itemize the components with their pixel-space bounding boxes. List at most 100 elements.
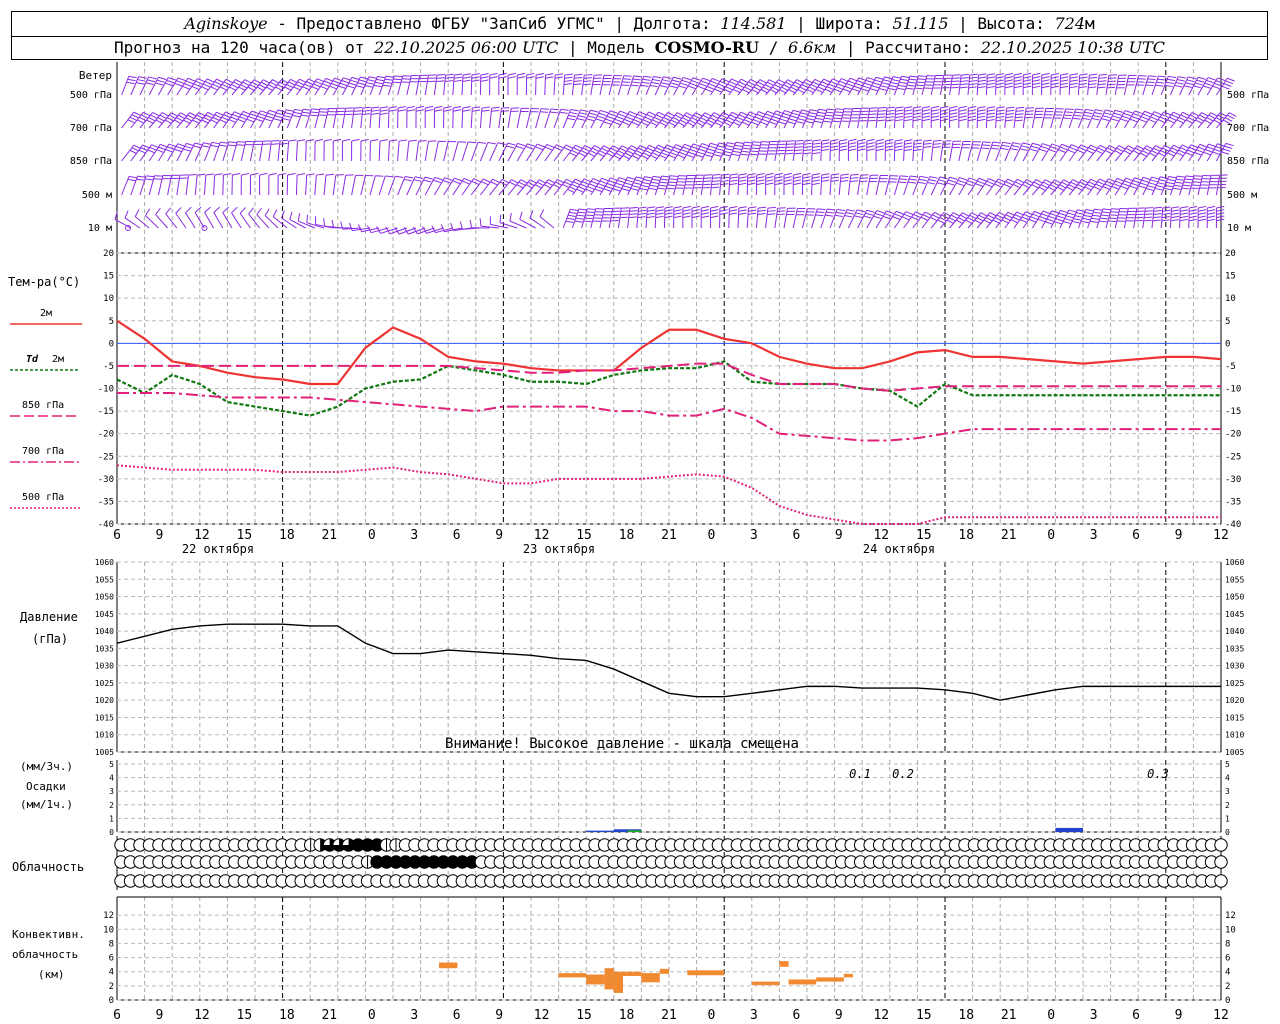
wind-barb-feather bbox=[668, 181, 677, 184]
wind-barb-feather bbox=[797, 118, 806, 121]
wind-barb-feather bbox=[816, 114, 825, 118]
wind-barb-feather bbox=[1023, 85, 1032, 89]
wind-barb-feather bbox=[279, 139, 288, 142]
wind-barb-feather bbox=[815, 214, 824, 217]
wind-barb-feather bbox=[750, 147, 760, 150]
pressure-tick-right: 1020 bbox=[1225, 696, 1244, 705]
wind-barb-feather bbox=[1216, 209, 1225, 212]
wind-barb-feather bbox=[977, 106, 986, 109]
wind-barb-feather bbox=[901, 216, 910, 221]
wind-barb-feather bbox=[1207, 212, 1216, 215]
wind-barb-feather bbox=[781, 115, 790, 120]
hour-tick-label-bottom: 12 bbox=[534, 1008, 550, 1023]
wind-barb-shaft bbox=[369, 175, 376, 196]
wind-barb-feather bbox=[462, 106, 471, 109]
wind-barb-feather bbox=[1150, 179, 1159, 183]
wind-barb-feather bbox=[866, 148, 875, 152]
wind-barb-feather bbox=[958, 115, 967, 119]
wind-barb-feather bbox=[1143, 219, 1152, 222]
wind-barb-feather bbox=[1152, 216, 1162, 219]
wind-barb-feather bbox=[415, 109, 424, 112]
wind-barb-feather bbox=[471, 79, 480, 82]
wind-barb-feather bbox=[760, 121, 768, 126]
wind-barb-feather bbox=[1138, 185, 1147, 189]
wind-barb-feather bbox=[756, 179, 765, 182]
wind-barb-feather bbox=[891, 79, 900, 82]
wind-barb-feather bbox=[650, 181, 659, 185]
pressure-tick-right: 1050 bbox=[1225, 593, 1244, 602]
wind-barb-feather bbox=[848, 80, 856, 85]
wind-barb-feather bbox=[374, 81, 383, 85]
wind-barb-feather bbox=[876, 119, 885, 122]
wind-barb-feather bbox=[334, 77, 343, 82]
wind-barb-feather bbox=[655, 209, 664, 212]
wind-barb-feather bbox=[658, 111, 666, 117]
wind-barb-feather bbox=[545, 76, 554, 79]
wind-barb-feather bbox=[393, 78, 402, 81]
wind-barb-feather bbox=[765, 179, 774, 182]
hour-tick-label: 12 bbox=[1213, 528, 1229, 543]
wind-barb-feather bbox=[608, 180, 617, 184]
wind-barb-feather bbox=[1226, 114, 1235, 120]
wind-barb-feather bbox=[981, 147, 990, 150]
wind-barb-feather bbox=[277, 109, 286, 113]
wind-barb-feather bbox=[821, 173, 830, 176]
temp-tick-left: 0 bbox=[109, 339, 114, 349]
wind-barb-feather bbox=[1088, 86, 1097, 89]
cloud-symbol bbox=[1214, 838, 1228, 852]
wind-barb-shaft bbox=[470, 142, 479, 162]
wind-barb-feather bbox=[708, 83, 717, 88]
wind-barb-feather bbox=[1015, 110, 1024, 112]
wind-barb-feather bbox=[927, 182, 936, 185]
wind-barb-feather bbox=[1088, 83, 1097, 86]
cloud-title: Облачность bbox=[12, 860, 84, 874]
wind-barb-feather bbox=[740, 153, 749, 156]
wind-barb-feather bbox=[1215, 146, 1224, 150]
temp-tick-right: -30 bbox=[1225, 475, 1241, 485]
conv-tick-right: 8 bbox=[1225, 939, 1230, 949]
wind-barb-feather bbox=[1185, 119, 1194, 125]
wind-barb-feather bbox=[425, 109, 434, 112]
wind-barb-feather bbox=[738, 206, 747, 209]
wind-barb-feather bbox=[127, 78, 136, 82]
wind-barb-feather bbox=[670, 151, 678, 156]
wind-barb-feather bbox=[904, 145, 913, 148]
wind-barb-feather bbox=[1207, 205, 1216, 209]
wind-barb-feather bbox=[1028, 218, 1037, 223]
wind-barb-feather bbox=[729, 176, 738, 179]
wind-barb-feather bbox=[674, 114, 683, 120]
wind-barb-feather bbox=[1154, 187, 1163, 191]
precip-unit-3h: (мм/3ч.) bbox=[20, 760, 73, 773]
wind-barb-shaft bbox=[165, 213, 178, 229]
wind-barb-feather bbox=[640, 184, 649, 188]
wind-barb-feather bbox=[839, 145, 848, 148]
wind-barb-feather bbox=[940, 118, 949, 122]
wind-barb-feather bbox=[594, 145, 602, 150]
temp-tick-right: -15 bbox=[1225, 407, 1241, 417]
wind-barb-feather bbox=[641, 154, 649, 160]
wind-barb-feather bbox=[1174, 84, 1183, 88]
wind-barb-feather bbox=[1162, 209, 1171, 212]
wind-barb-feather bbox=[1144, 213, 1153, 216]
wind-barb-feather bbox=[424, 176, 433, 180]
wind-barb-feather bbox=[362, 109, 371, 112]
wind-barb-feather bbox=[850, 173, 859, 176]
wind-barb-feather bbox=[1063, 114, 1072, 117]
wind-barb-feather bbox=[930, 216, 938, 222]
wind-barb-feather bbox=[1144, 210, 1153, 212]
wind-barb-feather bbox=[875, 142, 885, 145]
hour-tick-label-bottom: 18 bbox=[619, 1008, 635, 1023]
wind-barb-feather bbox=[356, 85, 365, 89]
wind-barb-feather bbox=[1068, 209, 1077, 213]
wind-barb-feather bbox=[918, 75, 927, 77]
wind-barb-feather bbox=[691, 146, 700, 150]
wind-barb-feather bbox=[544, 146, 553, 151]
wind-barb-feather bbox=[727, 83, 736, 88]
wind-barb-feather bbox=[358, 79, 367, 83]
wind-barb-feather bbox=[898, 181, 907, 184]
wind-barb-feather bbox=[986, 112, 995, 115]
wind-barb-feather bbox=[614, 118, 623, 123]
wind-barb-feather bbox=[351, 76, 360, 81]
wind-barb-feather bbox=[573, 147, 581, 152]
precip-tick-right: 4 bbox=[1225, 774, 1230, 783]
